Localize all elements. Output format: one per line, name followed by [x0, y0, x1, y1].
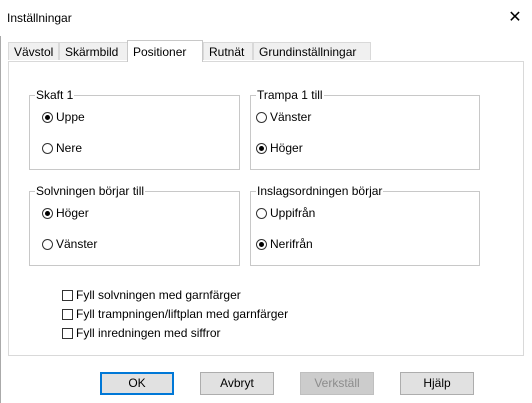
help-button[interactable]: Hjälp — [400, 372, 474, 395]
radio-selected-icon — [256, 142, 267, 154]
radio-label: Vänster — [270, 110, 312, 124]
radio-solvning-vanster[interactable]: Vänster — [42, 237, 97, 251]
tab-skarmbild[interactable]: Skärmbild — [59, 42, 128, 60]
group-solvning: Solvningen börjar till — [29, 184, 240, 266]
checkbox-box-icon — [62, 308, 73, 320]
group-solvning-label: Solvningen börjar till — [35, 184, 146, 198]
radio-unselected-icon — [256, 111, 267, 123]
checkbox-fyll-solvning[interactable]: Fyll solvningen med garnfärger — [62, 288, 241, 302]
tab-positioner[interactable]: Positioner — [127, 40, 203, 62]
radio-selected-icon — [256, 238, 267, 250]
group-inslag-label: Inslagsordningen börjar — [256, 184, 384, 198]
radio-unselected-icon — [42, 238, 53, 250]
radio-unselected-icon — [42, 142, 53, 154]
close-icon[interactable]: ✕ — [504, 7, 526, 29]
radio-label: Vänster — [56, 237, 98, 251]
checkbox-box-icon — [62, 327, 73, 339]
checkbox-fyll-inredning[interactable]: Fyll inredningen med siffror — [62, 326, 221, 340]
radio-label: Höger — [56, 206, 89, 220]
group-skaft: Skaft 1 — [29, 88, 240, 170]
radio-label: Uppe — [56, 110, 85, 124]
radio-selected-icon — [42, 207, 53, 219]
radio-selected-icon — [42, 111, 53, 123]
radio-skaft-uppe[interactable]: Uppe — [42, 110, 85, 124]
checkbox-label: Fyll solvningen med garnfärger — [76, 288, 241, 302]
cancel-button[interactable]: Avbryt — [200, 372, 274, 395]
radio-label: Uppifrån — [270, 206, 316, 220]
radio-inslag-nerifran[interactable]: Nerifrån — [256, 237, 313, 251]
apply-button: Verkställ — [300, 372, 374, 395]
radio-trampa-vanster[interactable]: Vänster — [256, 110, 311, 124]
group-trampa-label: Trampa 1 till — [256, 88, 324, 102]
radio-inslag-uppifran[interactable]: Uppifrån — [256, 206, 315, 220]
checkbox-label: Fyll inredningen med siffror — [76, 326, 221, 340]
checkbox-fyll-trampning[interactable]: Fyll trampningen/liftplan med garnfärger — [62, 307, 288, 321]
radio-skaft-nere[interactable]: Nere — [42, 141, 82, 155]
tab-grundinstallningar[interactable]: Grundinställningar — [253, 42, 371, 60]
radio-label: Höger — [270, 141, 303, 155]
radio-label: Nerifrån — [270, 237, 313, 251]
radio-trampa-hoger[interactable]: Höger — [256, 141, 303, 155]
checkbox-box-icon — [62, 289, 73, 301]
group-trampa: Trampa 1 till — [250, 88, 480, 170]
ok-button[interactable]: OK — [100, 372, 174, 395]
group-inslag: Inslagsordningen börjar — [250, 184, 480, 266]
title-bar: Inställningar ✕ — [0, 0, 532, 36]
radio-solvning-hoger[interactable]: Höger — [42, 206, 89, 220]
radio-unselected-icon — [256, 207, 267, 219]
window-border — [0, 36, 1, 403]
checkbox-label: Fyll trampningen/liftplan med garnfärger — [76, 307, 289, 321]
tab-rutnat[interactable]: Rutnät — [203, 42, 253, 60]
window-title: Inställningar — [7, 11, 72, 25]
group-skaft-label: Skaft 1 — [35, 88, 75, 102]
tab-vavstol[interactable]: Vävstol — [8, 42, 59, 60]
radio-label: Nere — [56, 141, 83, 155]
